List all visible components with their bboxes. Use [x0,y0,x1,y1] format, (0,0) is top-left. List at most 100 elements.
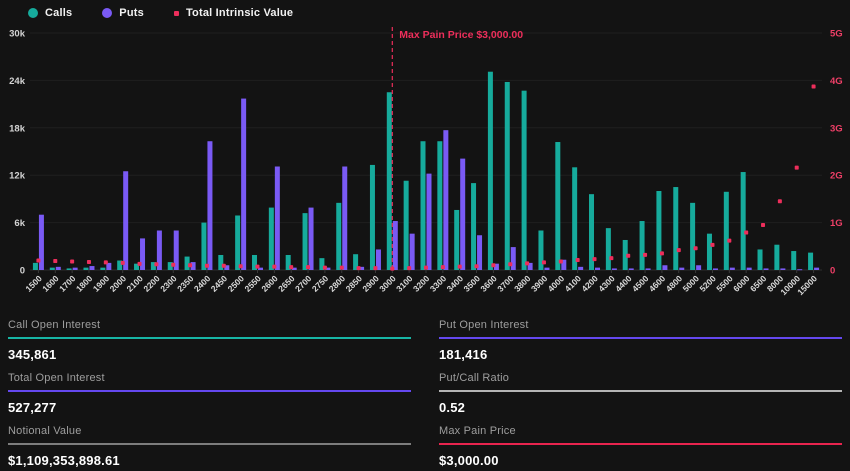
bar-puts-4400[interactable] [629,268,634,270]
bar-puts-2800[interactable] [342,167,347,270]
bar-calls-1800[interactable] [83,268,88,270]
bar-calls-2400[interactable] [201,223,206,270]
bar-puts-6500[interactable] [764,268,769,270]
bar-puts-4100[interactable] [578,267,583,270]
bar-puts-5200[interactable] [713,268,718,270]
bar-calls-1700[interactable] [67,268,72,270]
scatter-intrinsic-2500[interactable] [239,264,243,268]
scatter-intrinsic-2300[interactable] [171,263,175,267]
bar-calls-3500[interactable] [471,183,476,270]
scatter-intrinsic-3700[interactable] [508,262,512,266]
bar-puts-2500[interactable] [241,99,246,270]
scatter-intrinsic-4400[interactable] [626,254,630,258]
bar-calls-4600[interactable] [656,191,661,270]
scatter-intrinsic-2100[interactable] [138,262,142,266]
scatter-intrinsic-5500[interactable] [727,239,731,243]
scatter-intrinsic-3600[interactable] [491,263,495,267]
bar-puts-3400[interactable] [460,159,465,270]
bar-puts-2600[interactable] [275,167,280,270]
bar-calls-3400[interactable] [454,210,459,270]
bar-calls-2700[interactable] [303,213,308,270]
bar-calls-4300[interactable] [606,228,611,270]
bar-calls-5000[interactable] [690,203,695,270]
scatter-intrinsic-1600[interactable] [53,259,57,263]
scatter-intrinsic-2750[interactable] [323,266,327,270]
scatter-intrinsic-2850[interactable] [357,266,361,270]
bar-calls-5200[interactable] [707,234,712,270]
bar-puts-3700[interactable] [511,247,516,270]
bar-puts-4800[interactable] [679,268,684,270]
scatter-intrinsic-1500[interactable] [36,259,40,263]
bar-calls-3200[interactable] [421,141,426,270]
bar-calls-6000[interactable] [741,172,746,270]
bar-calls-4500[interactable] [640,221,645,270]
scatter-intrinsic-5200[interactable] [710,243,714,247]
bar-calls-10000[interactable] [791,251,796,270]
bar-calls-1500[interactable] [33,263,38,270]
bar-puts-3000[interactable] [393,221,398,270]
bar-puts-6000[interactable] [747,268,752,270]
bar-calls-3000[interactable] [387,92,392,270]
scatter-intrinsic-4100[interactable] [576,258,580,262]
scatter-intrinsic-4800[interactable] [677,248,681,252]
scatter-intrinsic-3300[interactable] [441,265,445,269]
bar-puts-4600[interactable] [662,265,667,270]
bar-puts-3100[interactable] [410,234,415,270]
scatter-intrinsic-3900[interactable] [542,260,546,264]
bar-puts-1700[interactable] [73,268,78,270]
bar-calls-2900[interactable] [370,165,375,270]
scatter-intrinsic-3000[interactable] [390,267,394,271]
scatter-intrinsic-2000[interactable] [121,261,125,265]
bar-puts-4200[interactable] [595,268,600,270]
legend-item-intrinsic[interactable]: Total Intrinsic Value [174,7,293,19]
scatter-intrinsic-8000[interactable] [778,199,782,203]
bar-puts-1800[interactable] [89,266,94,270]
bar-calls-3100[interactable] [404,181,409,270]
bar-puts-1600[interactable] [56,267,61,270]
scatter-intrinsic-1800[interactable] [87,260,91,264]
bar-calls-2500[interactable] [235,215,240,270]
bar-calls-4800[interactable] [673,187,678,270]
bar-puts-3200[interactable] [427,174,432,270]
bar-calls-3800[interactable] [522,91,527,270]
scatter-intrinsic-2800[interactable] [340,266,344,270]
scatter-intrinsic-6000[interactable] [744,231,748,235]
bar-calls-2600[interactable] [269,208,274,270]
bar-puts-3900[interactable] [544,268,549,270]
bar-calls-8000[interactable] [774,245,779,270]
bar-calls-2450[interactable] [218,255,223,270]
bar-puts-2000[interactable] [123,171,128,270]
scatter-intrinsic-5000[interactable] [694,246,698,250]
bar-calls-15000[interactable] [808,253,813,270]
scatter-intrinsic-4000[interactable] [559,259,563,263]
bar-puts-4300[interactable] [612,268,617,270]
bar-calls-4000[interactable] [555,142,560,270]
legend-item-puts[interactable]: Puts [102,7,144,19]
scatter-intrinsic-2900[interactable] [373,266,377,270]
bar-calls-3700[interactable] [505,82,510,270]
bar-calls-1900[interactable] [100,268,105,270]
bar-calls-1600[interactable] [50,268,55,270]
scatter-intrinsic-2450[interactable] [222,264,226,268]
scatter-intrinsic-1700[interactable] [70,259,74,263]
bar-calls-6500[interactable] [758,249,763,270]
open-interest-chart[interactable]: 006k1G12k2G18k3G24k4G30k5G15001600170018… [0,0,850,310]
bar-puts-10000[interactable] [797,269,802,270]
scatter-intrinsic-2200[interactable] [154,262,158,266]
scatter-intrinsic-3800[interactable] [525,261,529,265]
scatter-intrinsic-4600[interactable] [660,251,664,255]
scatter-intrinsic-3100[interactable] [407,266,411,270]
scatter-intrinsic-2400[interactable] [205,264,209,268]
scatter-intrinsic-3500[interactable] [475,264,479,268]
bar-puts-5500[interactable] [730,268,735,270]
bar-calls-5500[interactable] [724,192,729,270]
bar-puts-8000[interactable] [780,268,785,270]
scatter-intrinsic-3200[interactable] [424,266,428,270]
bar-puts-2700[interactable] [309,208,314,270]
legend-item-calls[interactable]: Calls [28,7,72,19]
scatter-intrinsic-2350[interactable] [188,263,192,267]
scatter-intrinsic-4300[interactable] [609,256,613,260]
bar-puts-15000[interactable] [814,268,819,270]
scatter-intrinsic-2700[interactable] [306,265,310,269]
bar-puts-4500[interactable] [646,268,651,270]
